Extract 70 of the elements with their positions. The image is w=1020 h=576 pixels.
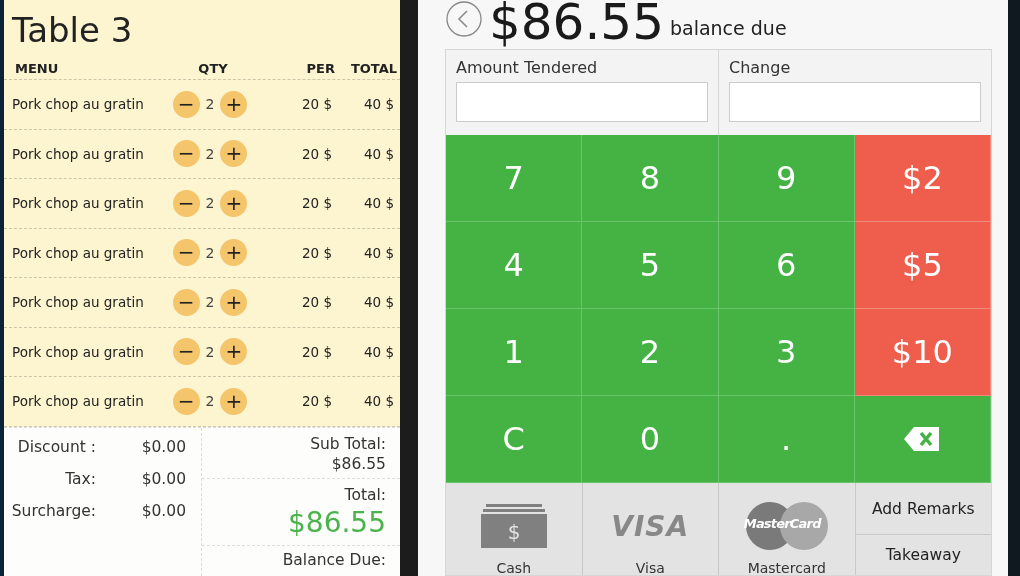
quantity: 2 xyxy=(205,393,215,410)
unit-price: 20 $ xyxy=(300,343,332,360)
subtotal-label: Sub Total: xyxy=(309,433,386,454)
line-total: 40 $ xyxy=(362,96,394,113)
unit-price: 20 $ xyxy=(300,195,332,212)
table-title: Table 3 xyxy=(11,9,134,52)
increase-button[interactable]: + xyxy=(220,90,248,118)
decrease-button[interactable]: − xyxy=(172,140,200,168)
increase-button[interactable]: + xyxy=(220,288,248,316)
balance-due-label: Balance Due: xyxy=(281,549,386,570)
line-total: 40 $ xyxy=(362,294,394,311)
quantity: 2 xyxy=(205,343,215,360)
line-total: 40 $ xyxy=(362,244,394,261)
decrease-button[interactable]: − xyxy=(172,338,200,366)
field-label: Amount Tendered xyxy=(456,58,599,77)
column-header: TOTAL xyxy=(349,61,397,76)
increase-button[interactable]: + xyxy=(220,140,248,168)
quantity: 2 xyxy=(205,244,215,261)
increase-button[interactable]: + xyxy=(220,338,248,366)
balance-caption: balance due xyxy=(669,17,787,39)
increase-button[interactable]: + xyxy=(220,189,248,217)
column-header: QTY xyxy=(197,61,229,76)
adjustment-value: $0.00 xyxy=(140,469,187,490)
line-total: 40 $ xyxy=(362,145,394,162)
increase-button[interactable]: + xyxy=(220,387,248,415)
decrease-button[interactable]: − xyxy=(172,387,200,415)
adjustment-label: Discount : xyxy=(16,437,97,458)
back-icon xyxy=(446,1,482,37)
line-total: 40 $ xyxy=(362,343,394,360)
visa-logo: VISA xyxy=(611,509,690,543)
decrease-button[interactable]: − xyxy=(172,189,200,217)
subtotal-value: $86.55 xyxy=(330,453,386,474)
quantity: 2 xyxy=(205,294,215,311)
adjustment-label: Tax: xyxy=(64,469,97,490)
backspace-button[interactable] xyxy=(854,396,991,483)
unit-price: 20 $ xyxy=(300,244,332,261)
item-name: Pork chop au gratin xyxy=(11,195,145,212)
adjustment-value: $0.00 xyxy=(140,501,187,522)
back-button[interactable] xyxy=(445,0,483,38)
decrease-button[interactable]: − xyxy=(172,239,200,267)
column-header: MENU xyxy=(14,61,60,76)
mastercard-logo: MasterCard xyxy=(745,502,828,550)
adjustment-value: $0.00 xyxy=(140,437,187,458)
backspace-icon xyxy=(903,426,942,452)
column-header: PER xyxy=(305,61,335,76)
unit-price: 20 $ xyxy=(300,393,332,410)
decrease-button[interactable]: − xyxy=(172,288,200,316)
item-name: Pork chop au gratin xyxy=(11,96,145,113)
quantity: 2 xyxy=(205,145,215,162)
field-label: Change xyxy=(729,58,792,77)
balance-amount: $86.55 xyxy=(489,0,664,47)
item-name: Pork chop au gratin xyxy=(11,244,145,261)
item-name: Pork chop au gratin xyxy=(11,294,145,311)
unit-price: 20 $ xyxy=(300,294,332,311)
unit-price: 20 $ xyxy=(300,96,332,113)
input-field[interactable] xyxy=(729,82,981,122)
item-name: Pork chop au gratin xyxy=(11,343,145,360)
adjustment-label: Surcharge: xyxy=(10,501,97,522)
increase-button[interactable]: + xyxy=(220,239,248,267)
quantity: 2 xyxy=(205,195,215,212)
item-name: Pork chop au gratin xyxy=(11,145,145,162)
line-total: 40 $ xyxy=(362,393,394,410)
item-name: Pork chop au gratin xyxy=(11,393,145,410)
line-total: 40 $ xyxy=(362,195,394,212)
total-value: $86.55 xyxy=(287,504,386,541)
decrease-button[interactable]: − xyxy=(172,90,200,118)
total-label: Total: xyxy=(343,484,386,505)
quantity: 2 xyxy=(205,96,215,113)
input-field[interactable] xyxy=(456,82,708,122)
unit-price: 20 $ xyxy=(300,145,332,162)
